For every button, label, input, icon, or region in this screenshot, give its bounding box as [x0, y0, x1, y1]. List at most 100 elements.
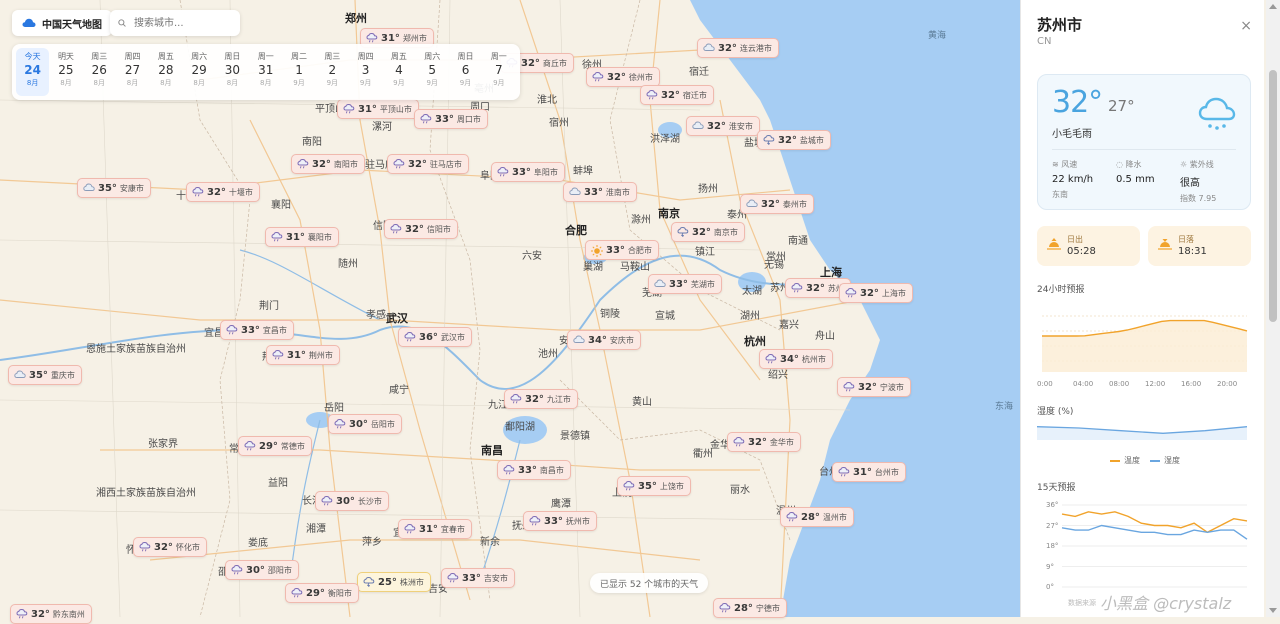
city-weather-chip[interactable]: 32° 十堰市: [186, 182, 260, 202]
city-weather-chip[interactable]: 32° 淮安市: [686, 116, 760, 136]
chip-city: 平顶山市: [379, 104, 412, 114]
search-box[interactable]: [110, 10, 240, 36]
city-weather-chip[interactable]: 29° 衡阳市: [285, 583, 359, 603]
city-weather-chip[interactable]: 25° 株洲市: [357, 572, 431, 592]
sunrise-label: 日出: [1067, 235, 1083, 244]
city-weather-chip[interactable]: 32° 连云港市: [697, 38, 779, 58]
city-weather-chip[interactable]: 36° 武汉市: [398, 327, 472, 347]
date-tab[interactable]: 周五 28 8月: [149, 48, 182, 96]
scroll-up-arrow[interactable]: [1269, 4, 1277, 9]
city-weather-chip[interactable]: 34° 杭州市: [759, 349, 833, 369]
city-weather-chip[interactable]: 28° 宁德市: [713, 598, 787, 618]
city-weather-chip[interactable]: 30° 邵阳市: [225, 560, 299, 580]
city-weather-chip[interactable]: 32° 南阳市: [291, 154, 365, 174]
date-tab[interactable]: 明天 25 8月: [49, 48, 82, 96]
weather-desc: 小毛毛雨: [1052, 129, 1092, 140]
date-tab-day: 1: [295, 63, 303, 77]
legend-temp: 温度: [1110, 455, 1140, 466]
x-tick-label: 08:00: [1109, 380, 1130, 388]
hourly-forecast-title: 24小时预报: [1037, 285, 1085, 295]
city-weather-chip[interactable]: 32° 黔东南州: [10, 604, 92, 624]
date-tab[interactable]: 周三 26 8月: [83, 48, 116, 96]
city-weather-chip[interactable]: 32° 盐城市: [757, 130, 831, 150]
date-tab[interactable]: 周一 31 8月: [249, 48, 282, 96]
date-tab[interactable]: 周六 29 8月: [182, 48, 215, 96]
city-weather-chip[interactable]: 33° 宜昌市: [220, 320, 294, 340]
scroll-thumb[interactable]: [1269, 70, 1277, 322]
rain-icon: [297, 158, 309, 169]
date-tab[interactable]: 周日 6 9月: [449, 48, 482, 96]
chip-temp: 33°: [544, 515, 563, 527]
city-weather-chip[interactable]: 33° 周口市: [414, 109, 488, 129]
chip-city: 宜昌市: [262, 325, 287, 335]
city-weather-chip[interactable]: 33° 抚州市: [523, 511, 597, 531]
date-tab[interactable]: 周三 2 9月: [316, 48, 349, 96]
city-weather-chip[interactable]: 34° 安庆市: [567, 330, 641, 350]
city-weather-chip[interactable]: 35° 上饶市: [617, 476, 691, 496]
city-weather-chip[interactable]: 32° 徐州市: [586, 67, 660, 87]
city-weather-chip[interactable]: 28° 温州市: [780, 507, 854, 527]
city-weather-chip[interactable]: 32° 南京市: [671, 222, 745, 242]
rain-icon: [139, 541, 151, 552]
city-label: 湘西土家族苗族自治州: [96, 488, 196, 499]
date-tab[interactable]: 周日 30 8月: [216, 48, 249, 96]
legend-label: 湿度: [1164, 456, 1180, 465]
date-tab[interactable]: 周五 4 9月: [382, 48, 415, 96]
city-weather-chip[interactable]: 31° 平顶山市: [337, 99, 419, 119]
city-weather-chip[interactable]: 29° 常德市: [238, 436, 312, 456]
panel-scrollbar[interactable]: [1266, 0, 1280, 617]
city-label: 武汉: [386, 312, 408, 325]
date-tab[interactable]: 周四 3 9月: [349, 48, 382, 96]
sunrise-icon: [1047, 238, 1061, 250]
date-tab[interactable]: 周二 1 9月: [282, 48, 315, 96]
city-weather-chip[interactable]: 33° 吉安市: [441, 568, 515, 588]
search-icon: [118, 19, 126, 27]
city-label: 南通: [788, 236, 808, 247]
date-tab-weekday: 周二: [291, 52, 308, 61]
rain-icon: [393, 158, 405, 169]
chip-city: 安康市: [119, 183, 144, 193]
watermark: 小黑盒 @crystalz: [1100, 594, 1232, 613]
rain-icon: [192, 186, 204, 197]
city-weather-chip[interactable]: 31° 台州市: [832, 462, 906, 482]
city-weather-chip[interactable]: 32° 上海市: [839, 283, 913, 303]
date-tab[interactable]: 今天 24 8月: [16, 48, 50, 96]
city-weather-chip[interactable]: 32° 信阳市: [384, 219, 458, 239]
rain-icon: [321, 495, 333, 506]
stat-label: 降水: [1125, 160, 1142, 169]
date-tab[interactable]: 周六 5 9月: [416, 48, 449, 96]
city-weather-chip[interactable]: 32° 宿迁市: [640, 85, 714, 105]
city-weather-chip[interactable]: 32° 驻马店市: [387, 154, 469, 174]
city-weather-chip[interactable]: 33° 阜阳市: [491, 162, 565, 182]
chip-temp: 32°: [748, 436, 767, 448]
city-weather-chip[interactable]: 35° 安康市: [77, 178, 151, 198]
city-weather-chip[interactable]: 33° 淮南市: [563, 182, 637, 202]
city-weather-chip[interactable]: 32° 九江市: [504, 389, 578, 409]
city-weather-chip[interactable]: 33° 芜湖市: [648, 274, 722, 294]
city-weather-chip[interactable]: 32° 泰州市: [740, 194, 814, 214]
chip-temp: 32°: [858, 381, 877, 393]
y-tick-label: 27°: [1046, 521, 1059, 530]
city-weather-chip[interactable]: 30° 岳阳市: [328, 414, 402, 434]
app-brand[interactable]: 中国天气地图: [12, 10, 112, 36]
city-weather-chip[interactable]: 35° 重庆市: [8, 365, 82, 385]
city-weather-chip[interactable]: 33° 合肥市: [585, 240, 659, 260]
city-weather-chip[interactable]: 32° 怀化市: [133, 537, 207, 557]
scroll-down-arrow[interactable]: [1269, 608, 1277, 613]
date-tab[interactable]: 周四 27 8月: [116, 48, 149, 96]
chip-temp: 33°: [518, 464, 537, 476]
city-weather-chip[interactable]: 30° 长沙市: [315, 491, 389, 511]
city-weather-chip[interactable]: 31° 襄阳市: [265, 227, 339, 247]
city-weather-chip[interactable]: 31° 荆州市: [266, 345, 340, 365]
city-weather-chip[interactable]: 33° 南昌市: [497, 460, 571, 480]
date-tab-day: 28: [158, 63, 174, 77]
city-weather-chip[interactable]: 31° 宜春市: [398, 519, 472, 539]
city-weather-chip[interactable]: 32° 宁波市: [837, 377, 911, 397]
date-tab[interactable]: 周一 7 9月: [482, 48, 515, 96]
city-weather-chip[interactable]: 32° 金华市: [727, 432, 801, 452]
chip-temp: 32°: [718, 42, 737, 54]
close-button[interactable]: ×: [1240, 18, 1252, 34]
cloud-icon: [14, 370, 26, 380]
chip-temp: 34°: [588, 334, 607, 346]
search-input[interactable]: [132, 16, 232, 30]
